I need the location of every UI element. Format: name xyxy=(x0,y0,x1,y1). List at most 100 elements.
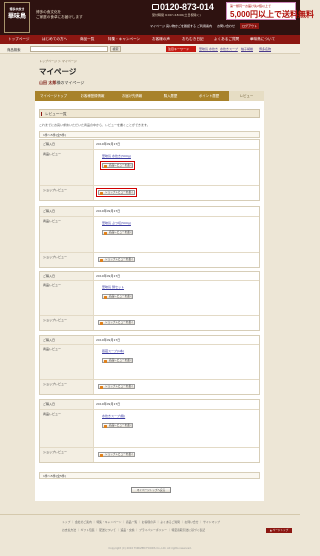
write-shop-review-button[interactable]: ショップレビューを書く xyxy=(96,188,137,197)
nav-item-campaign[interactable]: 特集・キャンペーン xyxy=(108,35,140,44)
product-review-label: 商品レビュー xyxy=(40,345,94,379)
search-input[interactable] xyxy=(30,46,108,52)
product-link[interactable]: 華味鳥 水炊き(500g) xyxy=(102,154,131,158)
pencil-icon xyxy=(104,231,107,235)
write-shop-review-button[interactable]: ショップレビューを書く xyxy=(98,384,135,389)
breadcrumb[interactable]: トップページ ＞ マイページ xyxy=(39,59,77,63)
product-review-label: 商品レビュー xyxy=(40,217,94,252)
pencil-icon xyxy=(100,453,103,457)
search-label: 商品検索 xyxy=(7,48,21,52)
keyword-link[interactable]: 柚子胡椒 xyxy=(241,47,253,51)
write-product-review-button[interactable]: 商品レビューを書く xyxy=(102,358,134,363)
page-top-button[interactable]: ▲ ページトップ xyxy=(266,528,292,533)
date-label: ご購入日 xyxy=(40,336,94,344)
purchase-date-row: ご購入日 2010年09月17日 xyxy=(40,400,259,410)
tab-review[interactable]: レビュー xyxy=(229,91,264,101)
util-cart-link[interactable]: 買い物かごを確認する xyxy=(164,23,198,29)
tab-profile[interactable]: お客様登録情報 xyxy=(73,91,112,101)
keyword-link[interactable]: 博多名物 xyxy=(259,47,271,51)
back-to-mypage-button[interactable]: マイページトップへ戻る xyxy=(131,487,171,493)
pencil-icon xyxy=(104,359,107,363)
product-link[interactable]: 鶏蔵スープ(1本) xyxy=(102,349,124,353)
purchase-date-row: ご購入日 2010年09月17日 xyxy=(40,207,259,217)
shop-review-row: ショップレビュー ショップレビューを書く xyxy=(40,186,259,200)
product-review-label: 商品レビュー xyxy=(40,410,94,447)
tab-address[interactable]: お届け先情報 xyxy=(113,91,151,101)
review-card: ご購入日 2010年09月17日 商品レビュー 華味鳥 水炊き(500g) 商品レビュー… xyxy=(39,139,260,201)
date-label: ご購入日 xyxy=(40,207,94,216)
product-review-row: 商品レビュー 華味鳥 鍋セット商品レビューを書く xyxy=(40,281,259,316)
shop-review-label: ショップレビュー xyxy=(40,186,94,200)
purchase-date: 2010年09月17日 xyxy=(96,142,121,146)
write-shop-review-button[interactable]: ショップレビューを書く xyxy=(98,257,135,262)
header-tagline: 博多の食文化を ご家庭の食卓にお届けします xyxy=(36,10,83,19)
tab-history[interactable]: 購入履歴 xyxy=(152,91,189,101)
pencil-icon xyxy=(104,295,107,299)
nav-item-first[interactable]: はじめての方へ xyxy=(42,35,67,44)
keyword-link[interactable]: 水炊きスープ xyxy=(220,47,238,51)
product-review-label: 商品レビュー xyxy=(40,281,94,315)
keyword-link[interactable]: 華味鳥 水炊き xyxy=(199,47,218,51)
review-card: ご購入日 2010年09月17日 商品レビュー 華味鳥 ぶつ切(500g) 商品レビュー… xyxy=(39,206,260,268)
write-shop-review-button[interactable]: ショップレビューを書く xyxy=(98,452,135,457)
panel-heading: レビュー一覧 xyxy=(39,109,260,118)
review-card: ご購入日 2010年09月17日 商品レビュー 鶏蔵スープ(1本) 商品レビューを書くシ… xyxy=(39,335,260,395)
product-link[interactable]: 水炊きスープ(箱) xyxy=(102,414,125,418)
write-product-review-button[interactable]: 商品レビューを書く xyxy=(99,161,136,170)
purchase-date-row: ご購入日 2010年09月17日 xyxy=(40,272,259,281)
nav-item-about[interactable]: 華味鳥について xyxy=(250,35,275,44)
shop-review-label: ショップレビュー xyxy=(40,253,94,267)
page-title: マイページ xyxy=(39,67,77,76)
review-card: ご購入日 2010年09月17日 商品レビュー 水炊きスープ(箱) 商品レビューを書くシ… xyxy=(39,399,260,463)
purchase-date-row: ご購入日 2010年09月17日 xyxy=(40,336,259,345)
nav-item-top[interactable]: トップページ xyxy=(8,35,30,44)
pencil-icon xyxy=(104,164,107,168)
write-product-review-button[interactable]: 商品レビューを書く xyxy=(102,230,134,235)
shop-review-label: ショップレビュー xyxy=(40,448,94,462)
util-contact-link[interactable]: お問い合わせ xyxy=(215,23,237,29)
shop-review-row: ショップレビュー ショップレビューを書く xyxy=(40,253,259,267)
site-header: 博多水炊き 華味鳥 博多の食文化を ご家庭の食卓にお届けします 0120-873-0… xyxy=(0,0,314,35)
keyword-label: 注目キーワード xyxy=(166,46,196,52)
nav-item-products[interactable]: 商品一覧 xyxy=(80,35,94,44)
user-greeting: 山田 太郎様のマイページ xyxy=(39,80,85,85)
purchase-date: 2010年09月17日 xyxy=(96,274,121,278)
purchase-date: 2010年09月17日 xyxy=(96,338,121,342)
shop-review-row: ショップレビュー ショップレビューを書く xyxy=(40,380,259,394)
logout-button[interactable]: ログアウト xyxy=(240,23,260,29)
date-label: ご購入日 xyxy=(40,400,94,409)
nav-item-faq[interactable]: よくあるご質問 xyxy=(214,35,239,44)
footer-links-1[interactable]: トップ ｜ 会社のご案内 ｜ 特集・キャンペーン ｜ 商品一覧 ｜ お客様の声 … xyxy=(62,520,220,524)
tab-points[interactable]: ポイント履歴 xyxy=(190,91,228,101)
footer-links-2[interactable]: お支払方法 ｜ ギフト包装 ｜ 配送について ｜ 返品・交換 ｜ プライバシーポ… xyxy=(62,528,205,532)
nav-item-voice[interactable]: お客様の声 xyxy=(152,35,170,44)
pager-top: 1件〜5件(全5件) xyxy=(39,131,260,138)
nav-item-diary[interactable]: おもむき日記 xyxy=(182,35,204,44)
review-card: ご購入日 2010年09月17日 商品レビュー 華味鳥 鍋セット商品レビューを書く ショ… xyxy=(39,271,260,331)
search-button[interactable]: 検索 xyxy=(110,46,121,52)
pencil-icon xyxy=(100,191,103,195)
write-product-review-button[interactable]: 商品レビューを書く xyxy=(102,423,134,428)
write-product-review-button[interactable]: 商品レビューを書く xyxy=(102,294,134,299)
global-nav: トップページ はじめての方へ 商品一覧 特集・キャンペーン お客様の声 おもむき… xyxy=(0,35,300,44)
pencil-icon xyxy=(100,321,103,325)
product-review-row: 商品レビュー 鶏蔵スープ(1本) 商品レビューを書く xyxy=(40,345,259,380)
write-shop-review-button[interactable]: ショップレビューを書く xyxy=(98,320,135,325)
brand-logo[interactable]: 博多水炊き 華味鳥 xyxy=(4,2,30,33)
product-link[interactable]: 華味鳥 ぶつ切(500g) xyxy=(102,221,131,225)
pager-bottom: 1件〜5件(全5件) xyxy=(39,472,260,479)
product-review-label: 商品レビュー xyxy=(40,150,94,185)
free-shipping-banner[interactable]: 第一類同一お届け先2個以上で 5,000円以上で送料無料 xyxy=(226,2,314,20)
purchase-date-row: ご購入日 2010年09月17日 xyxy=(40,140,259,150)
pencil-icon xyxy=(100,258,103,262)
phone-number: 0120-873-014 xyxy=(160,2,214,12)
mypage-tabs: マイページトップ お客様登録情報 お届け先情報 購入履歴 ポイント履歴 レビュー xyxy=(35,91,264,101)
copyright: Copyright (C) 2010 TORIZEN FOODS Co.,Ltd… xyxy=(108,547,192,550)
product-link[interactable]: 華味鳥 鍋セット xyxy=(102,285,124,289)
tab-mypage-top[interactable]: マイページトップ xyxy=(35,91,72,101)
product-review-row: 商品レビュー 水炊きスープ(箱) 商品レビューを書く xyxy=(40,410,259,448)
date-label: ご購入日 xyxy=(40,272,94,280)
product-review-row: 商品レビュー 華味鳥 水炊き(500g) 商品レビューを書く xyxy=(40,150,259,186)
util-guide-link[interactable]: ご利用案内 xyxy=(195,23,214,29)
product-review-row: 商品レビュー 華味鳥 ぶつ切(500g) 商品レビューを書く xyxy=(40,217,259,253)
